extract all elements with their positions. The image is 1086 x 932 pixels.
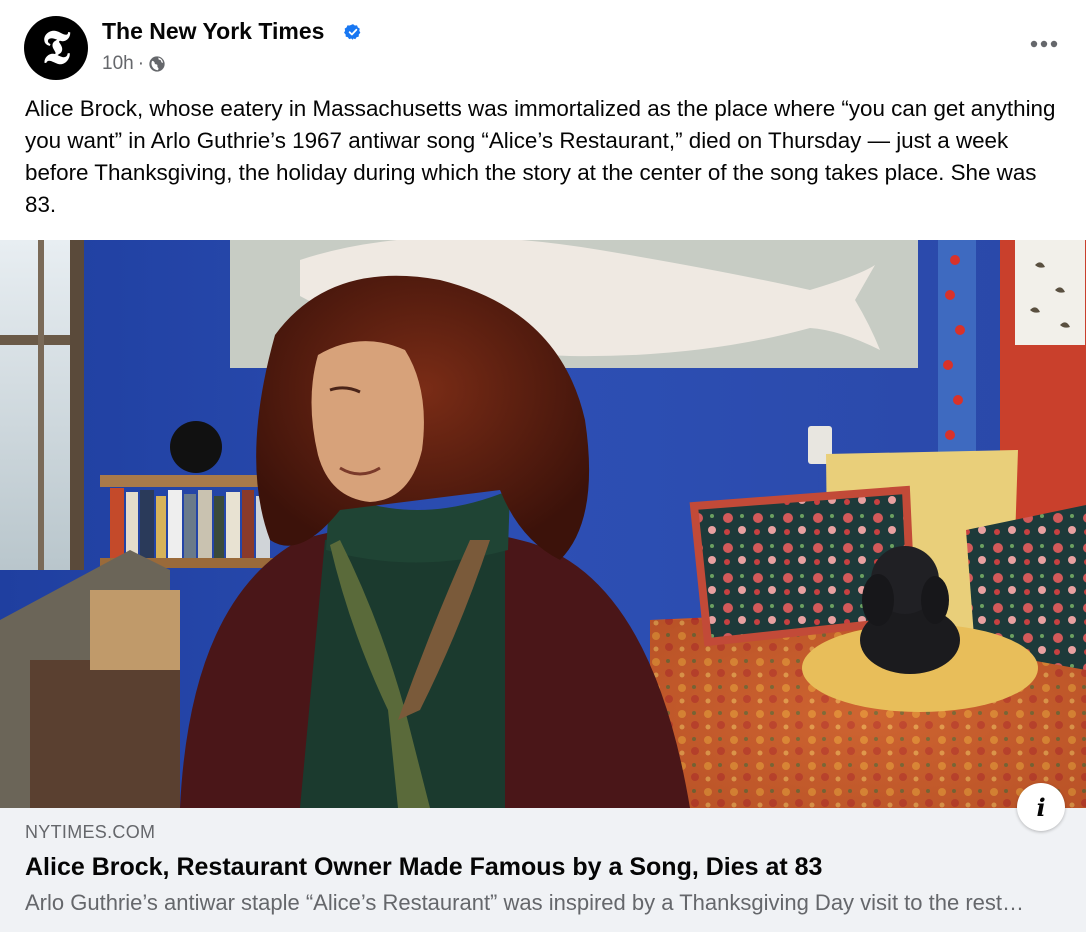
meta-separator: · xyxy=(137,53,145,74)
feed-post: 𝕿 The New York Times 10h · Alice Brock, … xyxy=(0,0,1086,932)
link-preview[interactable]: NYTIMES.COM Alice Brock, Restaurant Owne… xyxy=(0,808,1086,932)
link-domain: NYTIMES.COM xyxy=(25,822,156,842)
nyt-logo-icon: 𝕿 xyxy=(41,20,71,74)
more-options-icon xyxy=(1030,40,1058,48)
globe-icon[interactable] xyxy=(148,55,166,73)
page-avatar[interactable]: 𝕿 xyxy=(24,16,88,80)
post-meta: 10h · xyxy=(102,53,166,75)
post-timestamp[interactable]: 10h xyxy=(102,53,134,75)
article-image xyxy=(0,240,1086,808)
post-header: 𝕿 The New York Times 10h · xyxy=(24,16,1064,82)
post-caption: Alice Brock, whose eatery in Massachuset… xyxy=(25,96,1056,217)
more-options-button[interactable] xyxy=(1024,30,1064,58)
page-name-link[interactable]: The New York Times xyxy=(102,18,324,45)
verified-badge-icon xyxy=(344,24,361,40)
link-title[interactable]: Alice Brock, Restaurant Owner Made Famou… xyxy=(25,853,822,882)
info-button[interactable]: i xyxy=(1017,783,1065,831)
link-description: Arlo Guthrie’s antiwar staple “Alice’s R… xyxy=(25,890,1035,915)
article-photo[interactable] xyxy=(0,240,1086,808)
info-icon: i xyxy=(1036,792,1046,822)
